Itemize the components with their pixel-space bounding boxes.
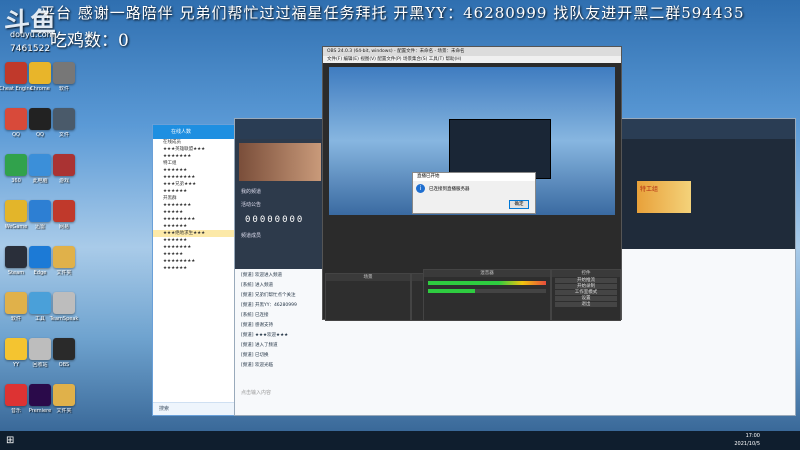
- app-icon[interactable]: [53, 200, 75, 222]
- ticker-text: 平台 感谢一路陪伴 兄弟们帮忙过过福星任务拜托 开黑YY：46280999 找队…: [40, 4, 745, 22]
- mixer-panel[interactable]: 混音器: [423, 269, 551, 321]
- controls-panel[interactable]: 控件 开始推流 开始录制 工作室模式 设置 退出: [551, 269, 621, 321]
- edge-icon[interactable]: [29, 246, 51, 268]
- desktop-icon-label: 软件: [58, 86, 69, 92]
- desktop-icon-label: 文件夹: [56, 270, 72, 276]
- chat-message: [频道] 已切换: [241, 353, 269, 358]
- scenes-panel[interactable]: 场景: [325, 273, 411, 321]
- desktop-icon-label: 游戏: [58, 178, 69, 184]
- taskbar: ⊞ 17:00 2021/10/5: [0, 431, 800, 450]
- dialog-text: 已连接到直播服务器: [429, 186, 470, 192]
- taskbar-date: 2021/10/5: [734, 441, 760, 447]
- sequence-number: 00000000: [245, 215, 305, 225]
- anchor-banner: [239, 143, 321, 181]
- qq-window[interactable]: 在线人数 在线成员 ★★★英雄联盟★★★ ★★★★★★★ 特工组 ★★★★★★ ★★★★★…: [152, 124, 236, 416]
- list-item[interactable]: ★★★绝地求生★★★: [153, 230, 235, 237]
- folder-icon[interactable]: [53, 246, 75, 268]
- obs-control-button[interactable]: 开始推流: [555, 278, 617, 283]
- kill-counter: 吃鸡数：0: [50, 31, 129, 51]
- obs-icon[interactable]: [53, 338, 75, 360]
- chat-message: [频道] ★★★欢迎★★★: [241, 333, 289, 338]
- mixer-header: 混音器: [424, 270, 550, 277]
- premiere-icon[interactable]: [29, 384, 51, 406]
- app-icon[interactable]: [29, 292, 51, 314]
- qq-icon[interactable]: [29, 108, 51, 130]
- obs-control-button[interactable]: 设置: [555, 296, 617, 301]
- chat-input[interactable]: 点击输入内容: [241, 389, 441, 396]
- obs-control-button[interactable]: 工作室模式: [555, 290, 617, 295]
- folder-icon[interactable]: [53, 384, 75, 406]
- qq-icon[interactable]: [5, 108, 27, 130]
- dialog-ok-button[interactable]: 确定: [509, 200, 529, 209]
- obs-control-button[interactable]: 开始录制: [555, 284, 617, 289]
- list-item[interactable]: ★★★★★★: [153, 188, 235, 195]
- app-icon[interactable]: [53, 108, 75, 130]
- desktop-icon-label: OBS: [58, 362, 70, 368]
- list-item[interactable]: ★★★★★★: [153, 223, 235, 230]
- list-item[interactable]: ★★★★★★★: [153, 153, 235, 160]
- desktop-icon-label: 文件: [58, 132, 69, 138]
- folder-icon[interactable]: [5, 292, 27, 314]
- dialog-title: 直播已开始: [413, 173, 535, 181]
- list-item[interactable]: 在线成员: [153, 139, 235, 146]
- obs-control-button[interactable]: 退出: [555, 302, 617, 307]
- list-item[interactable]: 特工组: [153, 160, 235, 167]
- list-item[interactable]: ★★★★★★★★: [153, 216, 235, 223]
- controls-header: 控件: [552, 270, 620, 277]
- list-item[interactable]: ★★★★★★★: [153, 244, 235, 251]
- obs-menu[interactable]: 文件(F) 编辑(E) 视图(V) 配置文件(P) 场景集合(S) 工具(T) …: [323, 56, 621, 63]
- qq-search-label: 搜索: [159, 406, 170, 412]
- nested-preview: [449, 119, 551, 179]
- panel-label-1[interactable]: 活动公告: [235, 198, 325, 211]
- panel-label-0[interactable]: 我的频道: [235, 185, 325, 198]
- obs-title: OBS 24.0.3 (64-bit, windows) - 配置文件：未命名 …: [323, 47, 621, 56]
- logo-sub: douyu.com: [10, 30, 55, 39]
- computer-icon[interactable]: [29, 154, 51, 176]
- audio-meter: [428, 281, 546, 285]
- list-item[interactable]: 开黑群: [153, 195, 235, 202]
- desktop-icon-label: TeamSpeak: [49, 316, 79, 322]
- scenes-header: 场景: [326, 274, 410, 281]
- info-icon: i: [416, 184, 425, 193]
- desktop-icon-label: 网易: [58, 224, 69, 230]
- qq-search-bar[interactable]: 搜索: [153, 402, 235, 415]
- desktop-icon-label: 文件夹: [56, 408, 72, 414]
- list-item[interactable]: ★★★★★★★★: [153, 258, 235, 265]
- app-icon[interactable]: [53, 292, 75, 314]
- chat-right-panel: 特工组: [619, 139, 795, 249]
- audio-meter: [428, 289, 546, 293]
- list-item[interactable]: ★★★兄弟★★★: [153, 181, 235, 188]
- list-item[interactable]: ★★★★★: [153, 209, 235, 216]
- list-item[interactable]: ★★★★★★: [153, 167, 235, 174]
- chat-message: [频道] 感谢支持: [241, 323, 273, 328]
- room-id: 7461522: [10, 44, 51, 54]
- chrome-icon[interactable]: [29, 62, 51, 84]
- qq-member-list[interactable]: 在线成员 ★★★英雄联盟★★★ ★★★★★★★ 特工组 ★★★★★★ ★★★★★★★★ ★★…: [153, 139, 235, 272]
- qq-title: 在线人数: [153, 125, 235, 139]
- list-item[interactable]: ★★★★★★: [153, 237, 235, 244]
- chat-message: [频道] 欢迎光临: [241, 363, 273, 368]
- app-icon[interactable]: [5, 154, 27, 176]
- list-item[interactable]: ★★★★★★: [153, 265, 235, 272]
- app-icon[interactable]: [5, 62, 27, 84]
- right-banner[interactable]: 特工组: [637, 181, 691, 213]
- obs-dialog[interactable]: 直播已开始 i 已连接到直播服务器 确定: [412, 172, 536, 214]
- list-item[interactable]: ★★★★★★★: [153, 202, 235, 209]
- windows-start-icon[interactable]: ⊞: [6, 435, 14, 446]
- list-item[interactable]: ★★★★★: [153, 251, 235, 258]
- control-buttons[interactable]: 开始推流 开始录制 工作室模式 设置 退出: [552, 278, 620, 307]
- list-item[interactable]: ★★★英雄联盟★★★: [153, 146, 235, 153]
- chat-message: [频道] 进入了频道: [241, 343, 278, 348]
- music-icon[interactable]: [5, 384, 27, 406]
- list-item[interactable]: ★★★★★★★★: [153, 174, 235, 181]
- app-icon[interactable]: [53, 62, 75, 84]
- steam-icon[interactable]: [5, 246, 27, 268]
- game-icon[interactable]: [5, 200, 27, 222]
- taskbar-time: 17:00: [745, 433, 760, 439]
- recycle-bin-icon[interactable]: [29, 338, 51, 360]
- panel-label-2[interactable]: 频道成员: [235, 229, 325, 242]
- app-icon[interactable]: [53, 154, 75, 176]
- yy-icon[interactable]: [5, 338, 27, 360]
- app-icon[interactable]: [29, 200, 51, 222]
